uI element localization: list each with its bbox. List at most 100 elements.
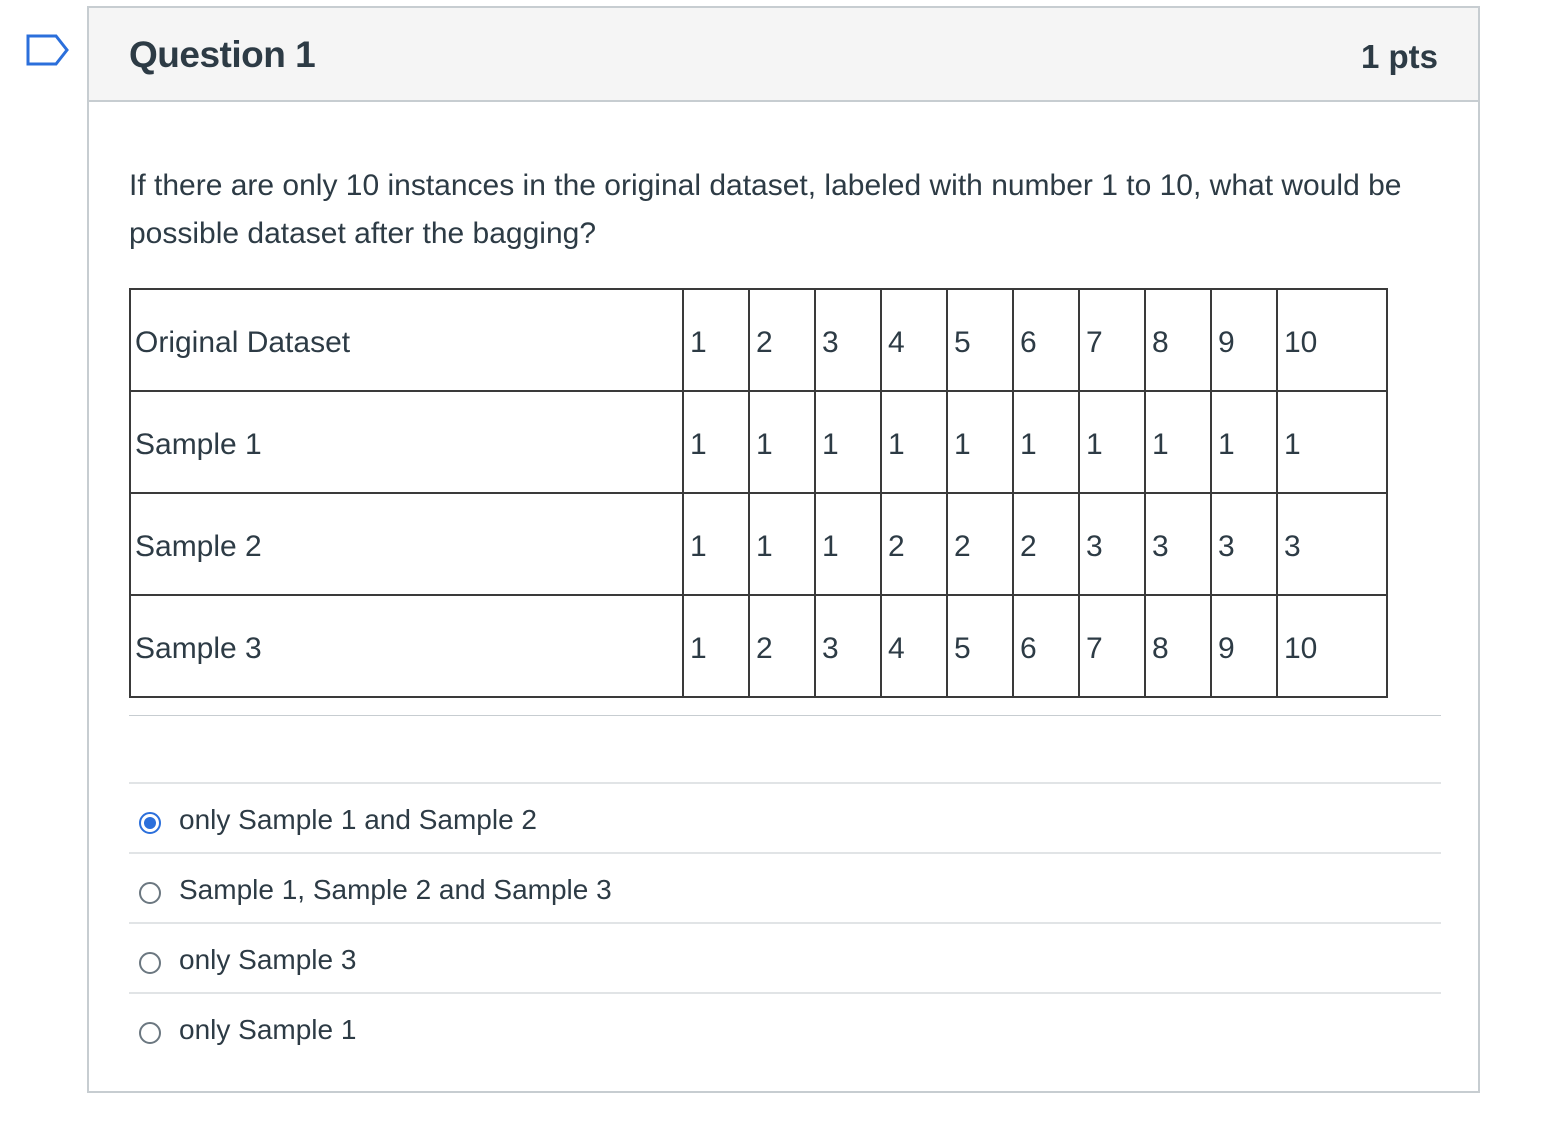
- table-cell: 5: [946, 288, 1014, 392]
- answer-option[interactable]: only Sample 3: [129, 922, 1441, 992]
- table-cell: 1: [748, 492, 816, 596]
- cell-value: 5: [954, 632, 971, 665]
- table-cell: 1: [814, 390, 882, 494]
- table-cell: 2: [1012, 492, 1080, 596]
- cell-value: 10: [1284, 326, 1318, 359]
- radio-button[interactable]: [139, 1022, 161, 1044]
- table-cell: 1: [1210, 390, 1278, 494]
- table-cell: 10: [1276, 594, 1388, 698]
- table-cell: 3: [814, 594, 882, 698]
- cell-value: 1: [1284, 428, 1301, 461]
- cell-value: 1: [690, 428, 707, 461]
- cell-value: 7: [1086, 326, 1103, 359]
- answer-label[interactable]: only Sample 1 and Sample 2: [179, 804, 537, 836]
- table-container: Original Dataset 1 2 3 4 5 6 7 8 9 10 Sample 1 1 1 1 1 1…: [129, 288, 1441, 716]
- radio-button[interactable]: [139, 952, 161, 974]
- row-label-cell: Original Dataset: [129, 288, 684, 392]
- table-cell: 9: [1210, 594, 1278, 698]
- table-cell: 1: [1012, 390, 1080, 494]
- table-cell: 3: [814, 288, 882, 392]
- table-cell: 3: [1276, 492, 1388, 596]
- table-cell: 1: [1144, 390, 1212, 494]
- table-cell: 1: [946, 390, 1014, 494]
- cell-value: 1: [756, 530, 773, 563]
- answer-label[interactable]: only Sample 3: [179, 944, 356, 976]
- table-cell: 1: [682, 390, 750, 494]
- table-cell: 1: [682, 492, 750, 596]
- cell-value: 8: [1152, 326, 1169, 359]
- table-cell: 3: [1210, 492, 1278, 596]
- cell-value: 6: [1020, 632, 1037, 665]
- radio-button[interactable]: [139, 882, 161, 904]
- table-cell: 1: [1276, 390, 1388, 494]
- cell-value: 9: [1218, 326, 1235, 359]
- table-cell: 1: [748, 390, 816, 494]
- question-body: If there are only 10 instances in the or…: [129, 100, 1441, 1045]
- cell-value: 3: [1218, 530, 1235, 563]
- row-label: Sample 3: [135, 632, 262, 665]
- table-row: Sample 1 1 1 1 1 1 1 1 1 1 1: [129, 390, 1388, 494]
- table-cell: 4: [880, 288, 948, 392]
- table-row: Original Dataset 1 2 3 4 5 6 7 8 9 10: [129, 288, 1388, 392]
- cell-value: 4: [888, 326, 905, 359]
- question-title: Question 1: [129, 34, 316, 75]
- row-label: Original Dataset: [135, 326, 351, 359]
- cell-value: 1: [1086, 428, 1103, 461]
- cell-value: 1: [888, 428, 905, 461]
- table-cell: 1: [682, 594, 750, 698]
- row-label-cell: Sample 1: [129, 390, 684, 494]
- cell-value: 1: [690, 632, 707, 665]
- table-cell: 10: [1276, 288, 1388, 392]
- table-cell: 9: [1210, 288, 1278, 392]
- row-label: Sample 1: [135, 428, 262, 461]
- cell-value: 1: [822, 428, 839, 461]
- answer-list: only Sample 1 and Sample 2 Sample 1, Samp…: [129, 782, 1441, 1062]
- table-cell: 7: [1078, 288, 1146, 392]
- cell-value: 10: [1284, 632, 1318, 665]
- table-cell: 5: [946, 594, 1014, 698]
- table-cell: 2: [748, 594, 816, 698]
- answer-option[interactable]: Sample 1, Sample 2 and Sample 3: [129, 852, 1441, 922]
- radio-button[interactable]: [139, 812, 161, 834]
- table-cell: 2: [946, 492, 1014, 596]
- cell-value: 2: [954, 530, 971, 563]
- cell-value: 5: [954, 326, 971, 359]
- cell-value: 1: [690, 326, 707, 359]
- table-cell: 1: [682, 288, 750, 392]
- table-cell: 7: [1078, 594, 1146, 698]
- table-cell: 6: [1012, 288, 1080, 392]
- table-row: Sample 2 1 1 1 2 2 2 3 3 3 3: [129, 492, 1388, 596]
- question-header: Question 1 1 pts: [89, 8, 1478, 102]
- table-row: Sample 3 1 2 3 4 5 6 7 8 9 10: [129, 594, 1388, 698]
- flag-question-icon[interactable]: [26, 34, 70, 66]
- question-text: If there are only 10 instances in the or…: [129, 169, 1402, 250]
- table-cell: 8: [1144, 288, 1212, 392]
- cell-value: 3: [1152, 530, 1169, 563]
- cell-value: 6: [1020, 326, 1037, 359]
- bagging-table: Original Dataset 1 2 3 4 5 6 7 8 9 10 Sample 1 1 1 1 1 1…: [129, 288, 1388, 698]
- answer-label[interactable]: Sample 1, Sample 2 and Sample 3: [179, 874, 612, 906]
- row-label-cell: Sample 3: [129, 594, 684, 698]
- cell-value: 9: [1218, 632, 1235, 665]
- cell-value: 1: [954, 428, 971, 461]
- answer-option[interactable]: only Sample 1 and Sample 2: [129, 782, 1441, 852]
- cell-value: 1: [690, 530, 707, 563]
- answer-label[interactable]: only Sample 1: [179, 1014, 356, 1046]
- table-cell: 3: [1144, 492, 1212, 596]
- cell-value: 1: [1020, 428, 1037, 461]
- table-cell: 4: [880, 594, 948, 698]
- cell-value: 1: [822, 530, 839, 563]
- cell-value: 2: [756, 632, 773, 665]
- cell-value: 7: [1086, 632, 1103, 665]
- table-cell: 8: [1144, 594, 1212, 698]
- table-cell: 2: [748, 288, 816, 392]
- cell-value: 2: [1020, 530, 1037, 563]
- cell-value: 4: [888, 632, 905, 665]
- table-cell: 1: [880, 390, 948, 494]
- cell-value: 1: [1152, 428, 1169, 461]
- table-cell: 6: [1012, 594, 1080, 698]
- cell-value: 3: [1284, 530, 1301, 563]
- cell-value: 3: [822, 632, 839, 665]
- answer-option[interactable]: only Sample 1: [129, 992, 1441, 1062]
- cell-value: 3: [822, 326, 839, 359]
